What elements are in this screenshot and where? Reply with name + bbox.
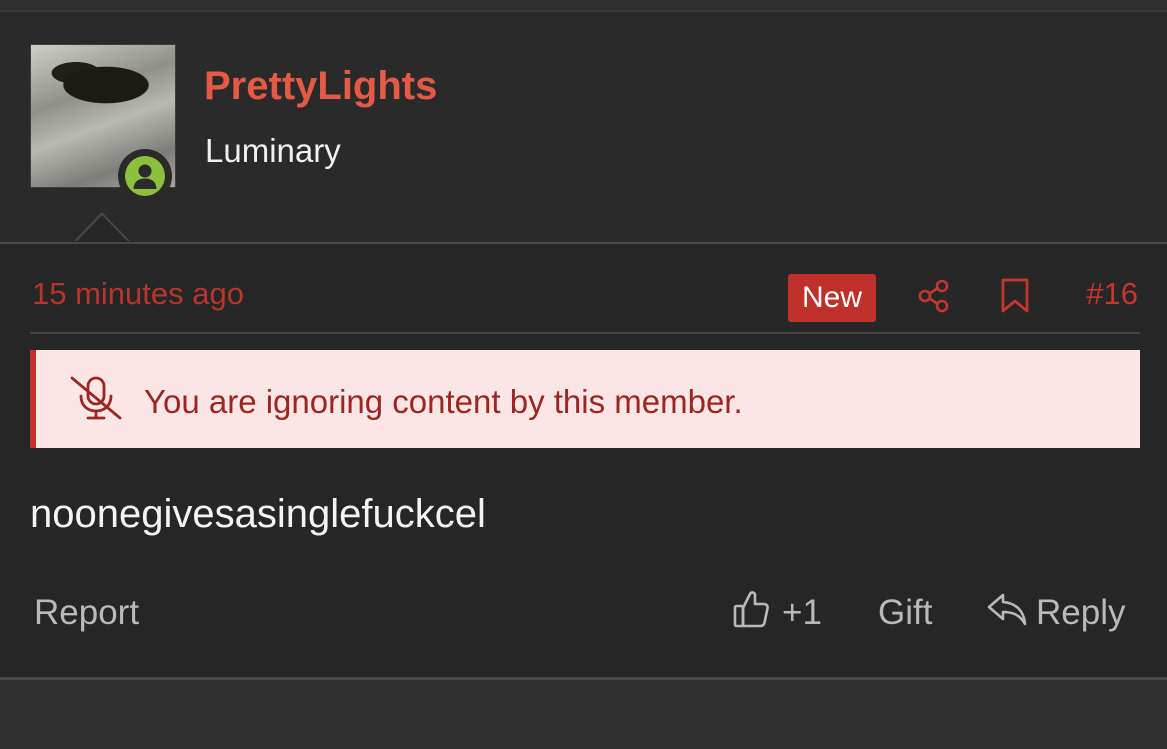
microphone-slash-icon <box>68 375 124 426</box>
new-badge: New <box>788 274 876 322</box>
bookmark-icon[interactable] <box>1000 278 1030 319</box>
post: PrettyLights Luminary 15 minutes ago New… <box>0 10 1167 680</box>
post-number[interactable]: #16 <box>1086 276 1138 312</box>
post-message: noonegivesasinglefuckcel <box>30 492 486 536</box>
like-count: +1 <box>782 593 822 632</box>
ignore-notice-text: You are ignoring content by this member. <box>144 383 743 420</box>
gift-button[interactable]: Gift <box>878 593 932 633</box>
report-link[interactable]: Report <box>34 593 139 633</box>
online-status <box>118 149 172 203</box>
reply-label: Reply <box>1036 593 1126 632</box>
user-online-icon <box>125 156 165 196</box>
thumbs-up-icon <box>732 589 770 638</box>
user-title: Luminary <box>205 132 341 169</box>
ignore-notice: You are ignoring content by this member. <box>30 350 1140 448</box>
post-meta: 15 minutes ago New #16 <box>30 274 1140 334</box>
reply-button[interactable]: Reply <box>986 590 1125 636</box>
share-icon[interactable] <box>916 278 952 319</box>
username[interactable]: PrettyLights <box>204 64 437 109</box>
like-button[interactable]: +1 <box>732 590 822 636</box>
reply-icon <box>986 591 1028 636</box>
user-block: PrettyLights Luminary <box>0 12 1167 244</box>
post-timestamp[interactable]: 15 minutes ago <box>32 276 244 312</box>
